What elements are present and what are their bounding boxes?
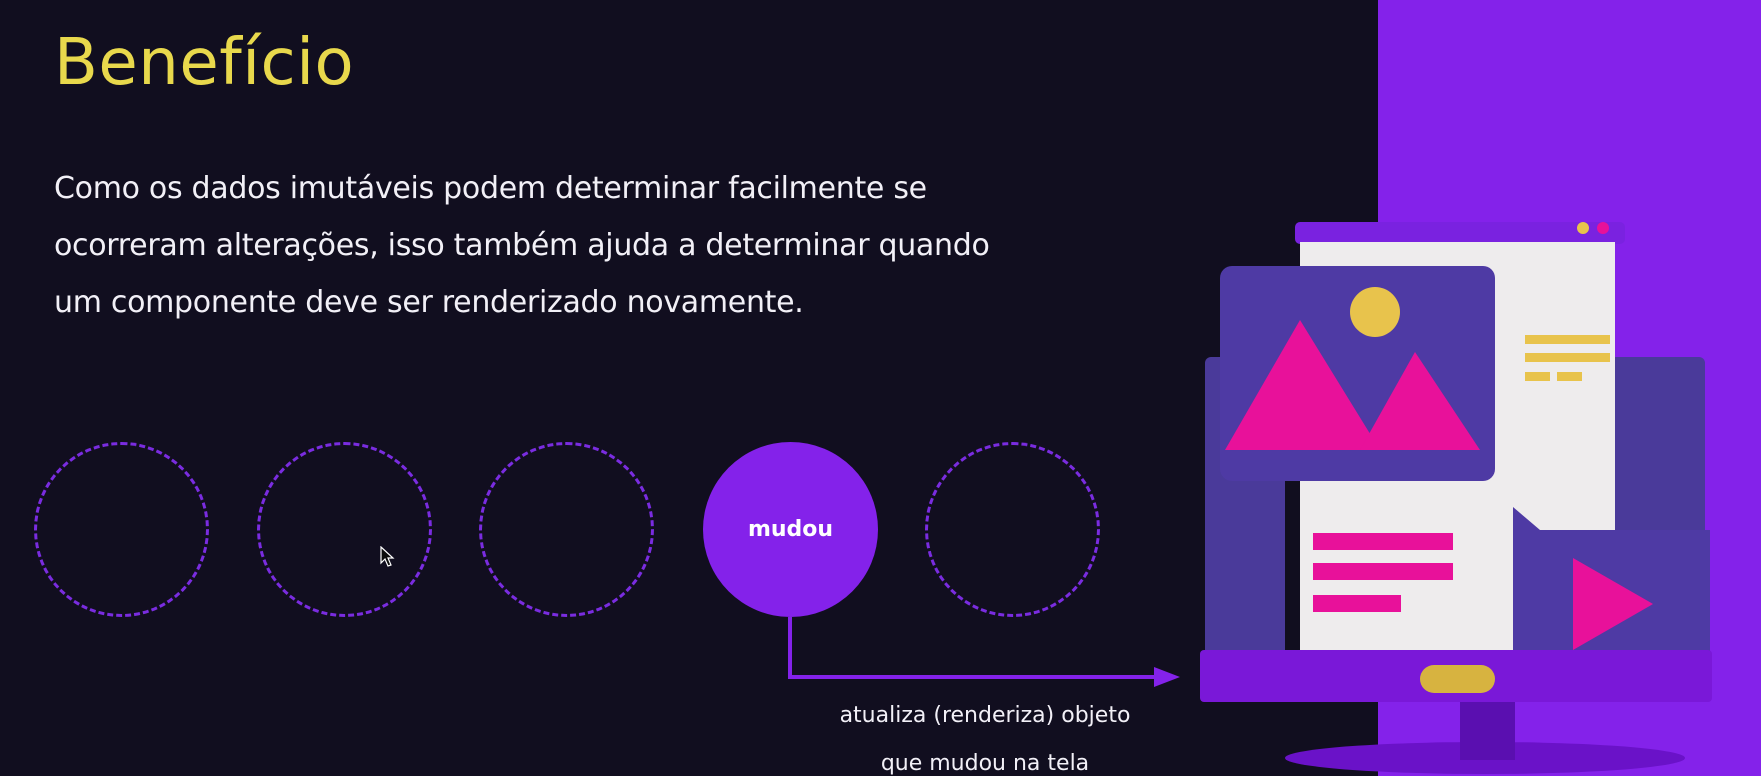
arrow-caption: atualiza (renderiza) objeto que mudou na… (805, 692, 1165, 776)
unchanged-object-circle (257, 442, 432, 617)
body-line: ocorreram alterações, isso também ajuda … (54, 228, 990, 263)
unchanged-object-circle (479, 442, 654, 617)
changed-object-circle: mudou (703, 442, 878, 617)
mouse-pointer-icon (380, 546, 395, 567)
caption-line: que mudou na tela (880, 751, 1090, 776)
slide: Benefício Como os dados imutáveis podem … (0, 0, 1761, 776)
body-paragraph: Como os dados imutáveis podem determinar… (54, 160, 1034, 331)
caption-line: atualiza (renderiza) objeto (839, 703, 1131, 728)
changed-label: mudou (747, 517, 834, 542)
monitor-media-illustration (1200, 222, 1712, 774)
slide-title: Benefício (54, 26, 355, 100)
body-line: Como os dados imutáveis podem determinar… (54, 171, 927, 206)
unchanged-object-circle (925, 442, 1100, 617)
unchanged-object-circle (34, 442, 209, 617)
body-line: um componente deve ser renderizado novam… (54, 285, 804, 320)
